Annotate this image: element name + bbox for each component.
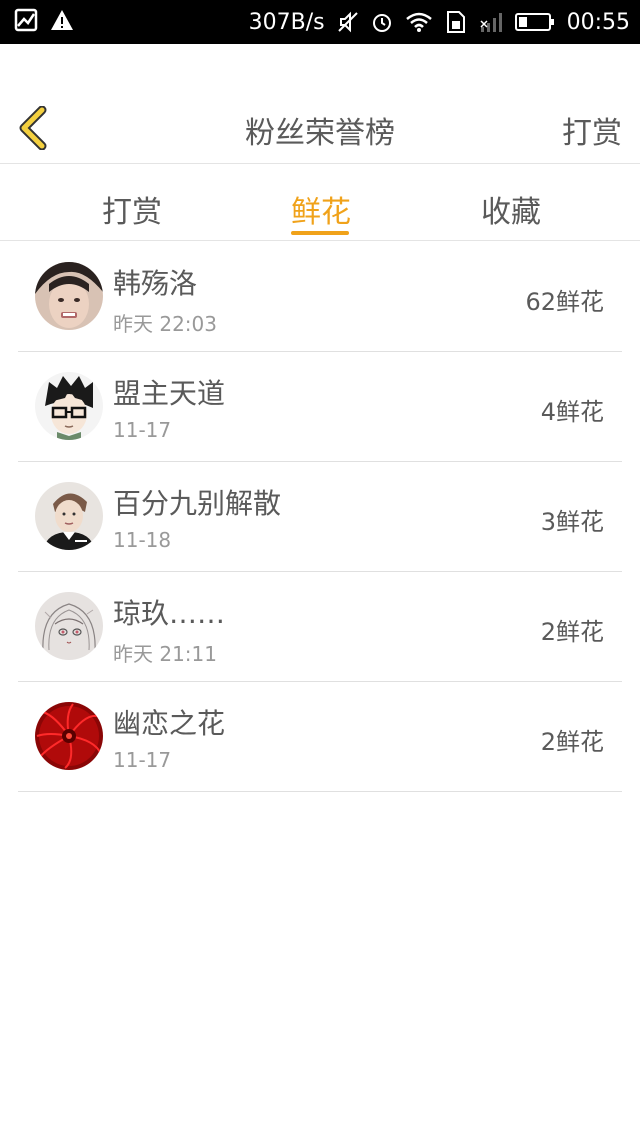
tab-reward[interactable]: 打赏: [102, 187, 162, 231]
flower-count: 4鲜花: [540, 398, 604, 426]
flower-count: 2鲜花: [540, 618, 604, 646]
fan-name: 幽恋之花: [113, 707, 226, 740]
list-item[interactable]: 琼玖…… 昨天 21:11 2鲜花: [18, 572, 622, 682]
reward-button[interactable]: 打赏: [562, 108, 622, 152]
avatar[interactable]: [35, 372, 103, 440]
flower-count: 62鲜花: [525, 288, 604, 316]
fan-time: 昨天 21:11: [113, 642, 217, 666]
flower-count: 2鲜花: [540, 728, 604, 756]
avatar[interactable]: [35, 592, 103, 660]
fan-time: 11-18: [113, 528, 172, 552]
avatar[interactable]: [35, 702, 103, 770]
tab-favorites[interactable]: 收藏: [481, 187, 541, 231]
mute-icon: [337, 11, 359, 33]
alarm-icon: [371, 11, 393, 33]
wifi-icon: [405, 11, 433, 33]
fan-list: 韩殇洛 昨天 22:03 62鲜花 盟主天道 11-17 4鲜花 百分九别解散 …: [18, 242, 622, 792]
sim-card-icon: [445, 10, 467, 34]
warning-icon: [50, 8, 74, 32]
active-tab-indicator: [291, 231, 349, 235]
page-title: 粉丝荣誉榜: [245, 116, 395, 151]
list-item[interactable]: 幽恋之花 11-17 2鲜花: [18, 682, 622, 792]
clock: 00:55: [566, 9, 630, 35]
list-item[interactable]: 盟主天道 11-17 4鲜花: [18, 352, 622, 462]
fan-time: 11-17: [113, 748, 172, 772]
list-item[interactable]: 百分九别解散 11-18 3鲜花: [18, 462, 622, 572]
network-speed: 307B/s: [248, 9, 325, 35]
header: 粉丝荣誉榜 打赏: [0, 88, 640, 164]
battery-icon: [514, 12, 555, 32]
fan-name: 韩殇洛: [113, 267, 198, 300]
fan-name: 盟主天道: [113, 377, 226, 410]
tab-bar: 打赏 鲜花 收藏: [0, 165, 640, 241]
fan-name: 琼玖……: [113, 597, 226, 630]
fan-time: 昨天 22:03: [113, 312, 217, 336]
avatar[interactable]: [35, 262, 103, 330]
tab-flowers[interactable]: 鲜花: [291, 187, 351, 231]
fan-time: 11-17: [113, 418, 172, 442]
image-icon: [14, 8, 38, 32]
list-item[interactable]: 韩殇洛 昨天 22:03 62鲜花: [18, 242, 622, 352]
flower-count: 3鲜花: [540, 508, 604, 536]
fan-name: 百分九别解散: [113, 487, 282, 520]
status-bar: 307B/s 00:55: [0, 0, 640, 44]
signal-icon: [479, 11, 503, 33]
avatar[interactable]: [35, 482, 103, 550]
